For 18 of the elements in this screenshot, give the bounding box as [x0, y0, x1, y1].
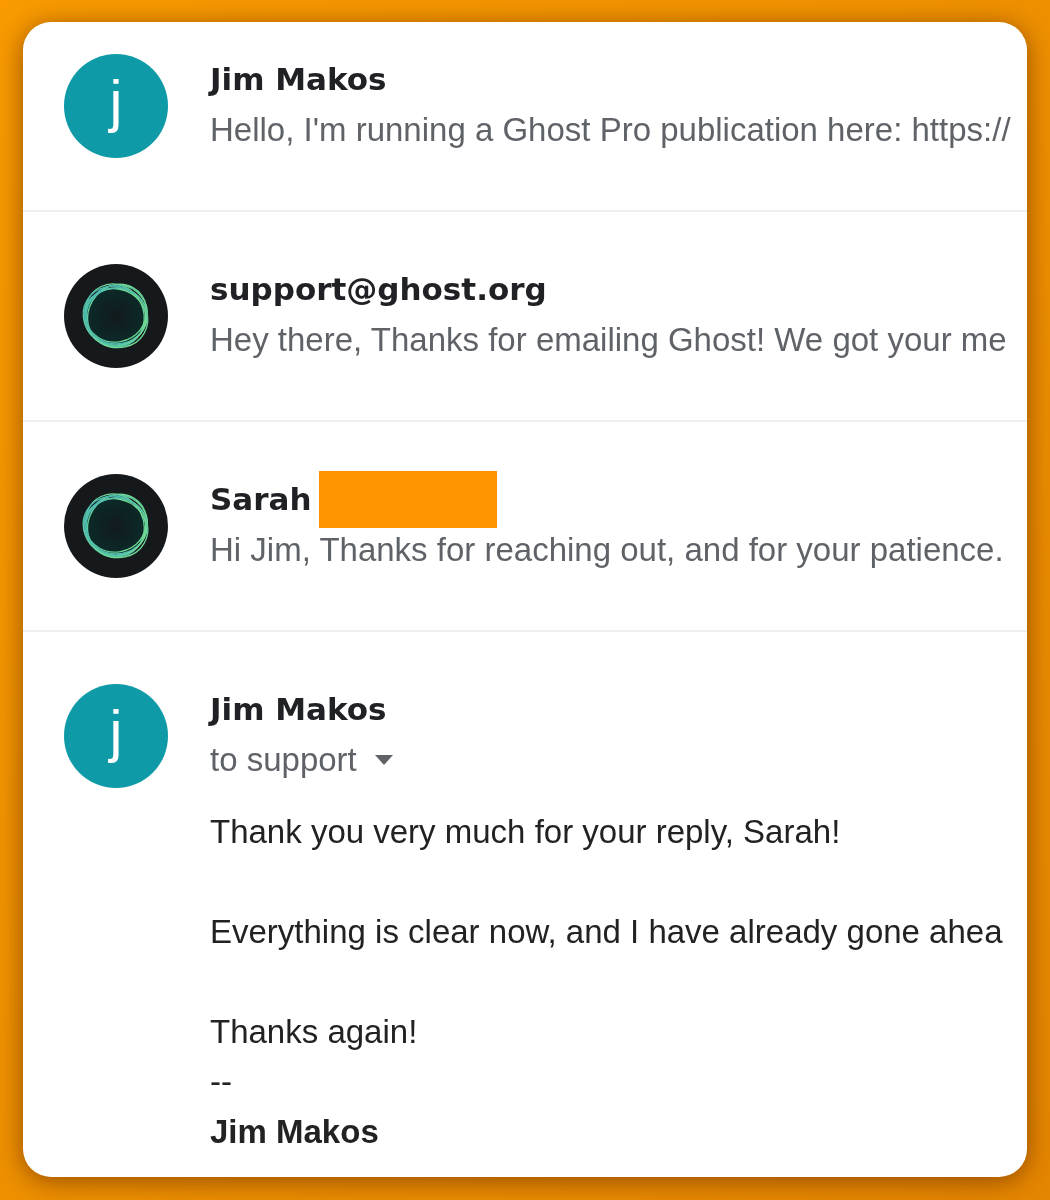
caret-icon[interactable]	[374, 755, 393, 765]
ring-avatar-icon	[64, 474, 168, 578]
message-paragraph: Thanks again!	[210, 1012, 419, 1052]
message-snippet: Hey there, Thanks for emailing Ghost! We got your me	[210, 320, 1007, 360]
signature-separator: --	[210, 1062, 232, 1102]
ring-avatar-icon	[64, 264, 168, 368]
signature-name: Jim Makos	[210, 1112, 379, 1152]
message-paragraph: Everything is clear now, and I have already gone ahea	[210, 912, 1003, 952]
message-paragraph: Thank you very much for your reply, Sarah!	[210, 812, 842, 852]
sender-name: support@ghost.org	[210, 270, 547, 308]
avatar: j	[64, 54, 168, 158]
sender-name: Jim Makos	[210, 60, 387, 98]
message-snippet: Hi Jim, Thanks for reaching out, and for your patience.	[210, 530, 1004, 570]
avatar: j	[64, 684, 168, 788]
message-snippet: Hello, I'm running a Ghost Pro publication here: https://	[210, 110, 1011, 150]
recipients-label: to support	[210, 740, 357, 780]
sender-name: Jim Makos	[210, 690, 387, 728]
sender-name: Sarah	[210, 480, 312, 518]
